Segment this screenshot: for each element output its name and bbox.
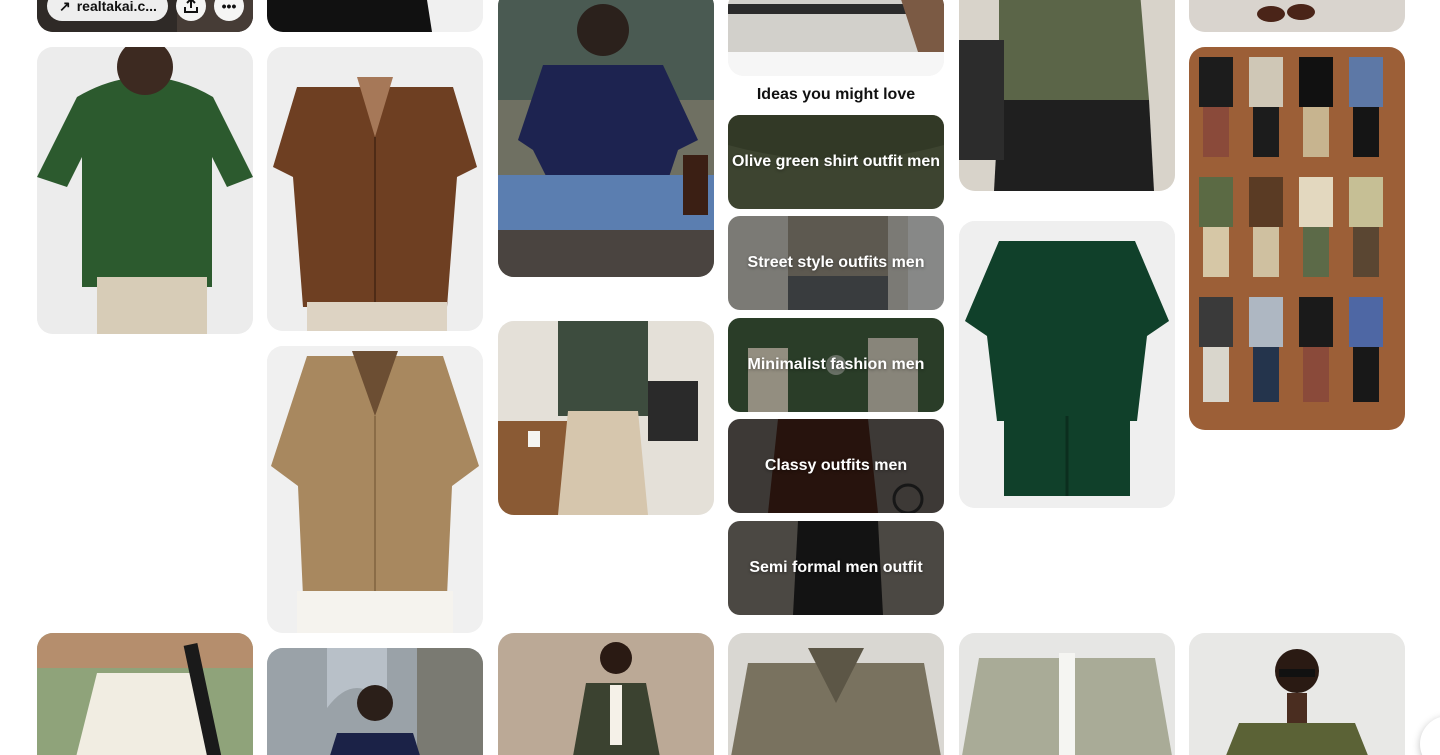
idea-label: Street style outfits men xyxy=(747,254,925,271)
arrow-up-right-icon: ↗ xyxy=(59,0,71,14)
pin-image xyxy=(498,633,714,755)
pin-image xyxy=(728,633,944,755)
pin-green-henley-tee[interactable] xyxy=(37,47,253,334)
pin-hover-toolbar: ↗ realtakai.c... ••• xyxy=(47,0,247,22)
pin-image xyxy=(37,633,253,755)
idea-label: Minimalist fashion men xyxy=(747,356,925,373)
share-upload-icon xyxy=(184,0,198,13)
idea-classy-outfits-men[interactable]: Classy outfits men xyxy=(728,419,944,513)
pin-tan-camp-collar-shirt[interactable] xyxy=(267,346,483,633)
pin-olive-polo[interactable] xyxy=(959,0,1175,191)
pin-image xyxy=(959,0,1175,191)
pin-image xyxy=(37,47,253,334)
share-button[interactable] xyxy=(176,0,206,21)
more-options-button[interactable]: ••• xyxy=(214,0,244,21)
pin-image xyxy=(498,0,714,277)
ideas-section-title: Ideas you might love xyxy=(756,86,916,103)
pin-image xyxy=(1189,633,1405,755)
pin-brown-knit-shirt[interactable] xyxy=(267,47,483,331)
pin-outfit-grid-collage[interactable] xyxy=(1189,47,1405,430)
pin-taupe-shirt[interactable] xyxy=(728,633,944,755)
idea-street-style-outfits-men[interactable]: Street style outfits men xyxy=(728,216,944,310)
pin-white-shirt-outdoors[interactable] xyxy=(37,633,253,755)
idea-label: Olive green shirt outfit men xyxy=(731,153,941,170)
pin-image xyxy=(267,47,483,331)
pin-dark-green-shirt-shorts-set[interactable] xyxy=(959,221,1175,508)
pin-top-dark[interactable] xyxy=(267,0,483,32)
idea-olive-green-shirt-outfit-men[interactable]: Olive green shirt outfit men xyxy=(728,115,944,209)
idea-semi-formal-men-outfit[interactable]: Semi formal men outfit xyxy=(728,521,944,615)
more-dots-icon: ••• xyxy=(221,0,237,14)
pin-image xyxy=(498,321,714,515)
pin-sage-overshirt[interactable] xyxy=(959,633,1175,755)
pin-navy-shirt-arch[interactable] xyxy=(267,648,483,755)
pin-source-link[interactable]: ↗ realtakai.c... xyxy=(47,0,168,21)
pin-source-label: realtakai.c... xyxy=(76,0,157,14)
pin-shoes[interactable] xyxy=(1189,0,1405,32)
pin-image xyxy=(267,648,483,755)
pin-image xyxy=(267,346,483,633)
pin-chino-belt[interactable] xyxy=(728,0,944,76)
pin-olive-overshirt-model[interactable] xyxy=(498,633,714,755)
pin-image xyxy=(959,221,1175,508)
pin-image xyxy=(728,0,944,76)
idea-label: Classy outfits men xyxy=(764,457,908,474)
idea-minimalist-fashion-men[interactable]: Minimalist fashion men xyxy=(728,318,944,412)
pin-image xyxy=(1189,47,1405,430)
scroll-button[interactable] xyxy=(1420,716,1440,755)
pin-board: ↗ realtakai.c... ••• Ideas you might lov… xyxy=(0,0,1440,755)
pin-olive-shirt-coffee-bar[interactable] xyxy=(498,321,714,515)
pin-olive-polo-sunglasses[interactable] xyxy=(1189,633,1405,755)
pin-navy-tee-cafe[interactable] xyxy=(498,0,714,277)
idea-label: Semi formal men outfit xyxy=(749,559,923,576)
pin-image xyxy=(959,633,1175,755)
